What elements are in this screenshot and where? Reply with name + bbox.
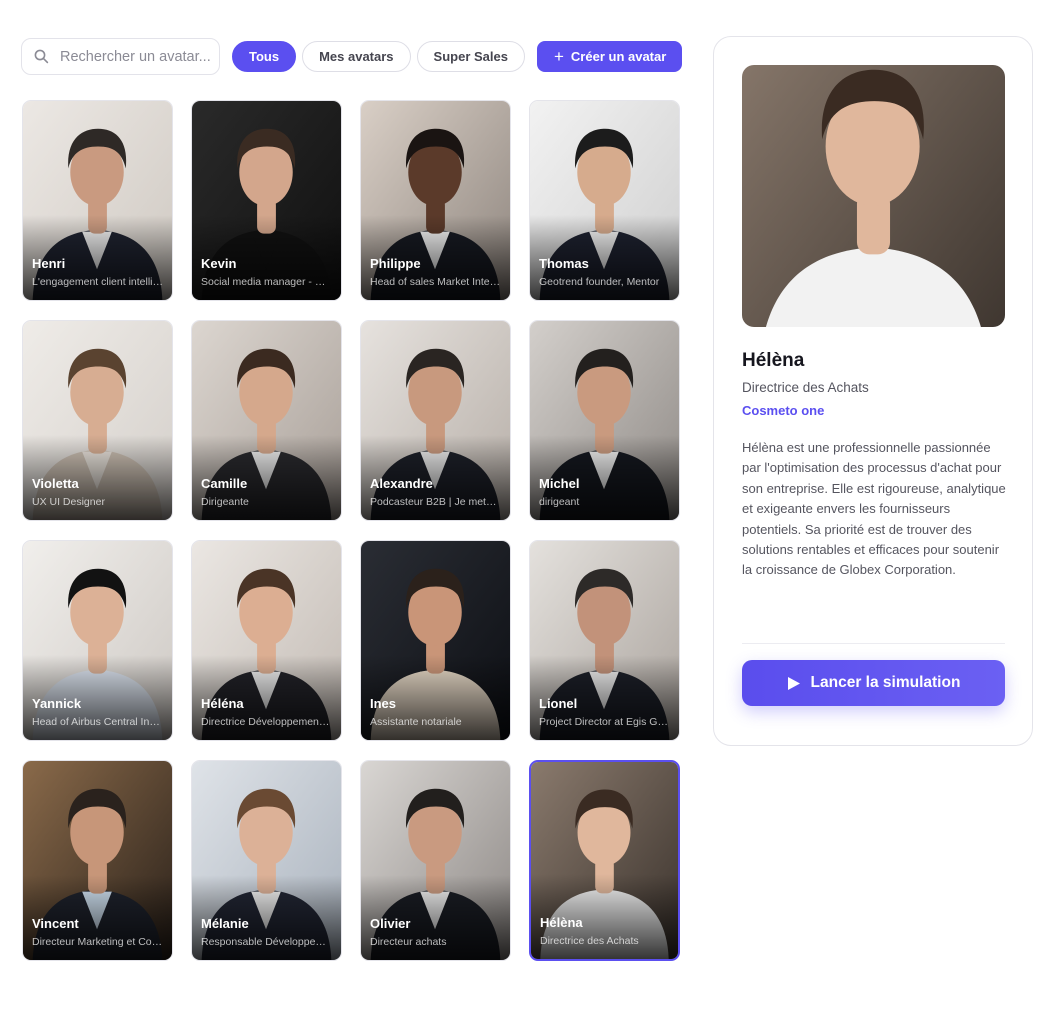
avatar-card[interactable]: Vincent Directeur Marketing et Communicat…: [22, 760, 173, 961]
avatar-role: Head of sales Market Intelligence: [370, 276, 501, 288]
avatar-name: Michel: [539, 476, 580, 491]
avatar-role: Head of Airbus Central Innovation: [32, 716, 163, 728]
avatar-name: Yannick: [32, 696, 82, 711]
avatar-role: Geotrend founder, Mentor: [539, 276, 660, 288]
avatar-card[interactable]: Thomas Geotrend founder, Mentor: [529, 100, 680, 301]
avatar-card[interactable]: Michel dirigeant: [529, 320, 680, 521]
detail-portrait: [742, 65, 1005, 327]
filter-all[interactable]: Tous: [232, 41, 297, 72]
detail-company: Cosmeto one: [742, 403, 825, 418]
avatar-role: Directrice Développement Commercial: [201, 716, 332, 728]
avatar-card[interactable]: Kevin Social media manager - Content crea…: [191, 100, 342, 301]
avatar-card[interactable]: Ines Assistante notariale: [360, 540, 511, 741]
search-input[interactable]: [60, 48, 220, 65]
avatar-name: Héléna: [201, 696, 244, 711]
play-icon: [787, 676, 800, 690]
avatar-role: Assistante notariale: [370, 716, 462, 728]
avatar-name: Mélanie: [201, 916, 249, 931]
avatar-role: Directeur achats: [370, 936, 447, 948]
plus-icon: +: [553, 47, 564, 66]
avatar-card[interactable]: Olivier Directeur achats: [360, 760, 511, 961]
avatar-name: Thomas: [539, 256, 589, 271]
search-icon: [34, 49, 49, 64]
avatar-card[interactable]: Lionel Project Director at Egis Group: [529, 540, 680, 741]
avatar-role: L'engagement client intelligent: [32, 276, 163, 288]
avatar-name: Kevin: [201, 256, 237, 271]
avatar-name: Henri: [32, 256, 66, 271]
avatar-card[interactable]: Henri L'engagement client intelligent: [22, 100, 173, 301]
filter-super-sales[interactable]: Super Sales: [416, 41, 525, 72]
filter-my-avatars[interactable]: Mes avatars: [302, 41, 411, 72]
detail-name: Hélèna: [742, 350, 805, 371]
divider: [742, 643, 1005, 644]
detail-role: Directrice des Achats: [742, 380, 869, 395]
launch-simulation-label: Lancer la simulation: [810, 674, 961, 691]
detail-description: Hélèna est une professionnelle passionné…: [742, 440, 1006, 578]
avatar-role: Podcasteur B2B | Je mets en avant: [370, 496, 501, 508]
avatar-name: Lionel: [539, 696, 578, 711]
avatar-detail-panel: Hélèna Directrice des Achats Cosmeto one…: [713, 36, 1033, 746]
avatar-grid: Henri L'engagement client intelligent Kev…: [22, 100, 680, 961]
search-box[interactable]: [21, 38, 220, 75]
toolbar: Tous Mes avatars Super Sales + Créer un …: [21, 38, 683, 75]
avatar-name: Ines: [370, 696, 397, 711]
avatar-card[interactable]: Yannick Head of Airbus Central Innovation: [22, 540, 173, 741]
avatar-name: Violetta: [32, 476, 79, 491]
avatar-role: Social media manager - Content creator: [201, 276, 332, 288]
avatar-role: Project Director at Egis Group: [539, 716, 670, 728]
avatar-name: Vincent: [32, 916, 79, 931]
avatar-card[interactable]: Philippe Head of sales Market Intelligenc…: [360, 100, 511, 301]
avatar-card[interactable]: Alexandre Podcasteur B2B | Je mets en ava…: [360, 320, 511, 521]
avatar-card[interactable]: Violetta UX UI Designer: [22, 320, 173, 521]
avatar-name: Alexandre: [370, 476, 433, 491]
avatar-role: UX UI Designer: [32, 496, 105, 508]
avatar-card[interactable]: Héléna Directrice Développement Commercia…: [191, 540, 342, 741]
avatar-role: dirigeant: [539, 496, 580, 508]
avatar-role: Directeur Marketing et Communication: [32, 936, 163, 948]
avatar-name: Philippe: [370, 256, 421, 271]
avatar-name: Olivier: [370, 916, 411, 931]
avatar-role: Dirigeante: [201, 496, 249, 508]
launch-simulation-button[interactable]: Lancer la simulation: [742, 660, 1005, 706]
avatar-name: Camille: [201, 476, 248, 491]
avatar-role: Directrice des Achats: [540, 935, 639, 947]
avatar-card[interactable]: Camille Dirigeante: [191, 320, 342, 521]
create-avatar-label: Créer un avatar: [570, 49, 667, 64]
avatar-card[interactable]: Mélanie Responsable Développement RH: [191, 760, 342, 961]
avatar-role: Responsable Développement RH: [201, 936, 332, 948]
avatar-name: Hélèna: [540, 915, 583, 930]
avatar-card-selected[interactable]: Hélèna Directrice des Achats: [529, 760, 680, 961]
create-avatar-button[interactable]: + Créer un avatar: [536, 41, 683, 72]
